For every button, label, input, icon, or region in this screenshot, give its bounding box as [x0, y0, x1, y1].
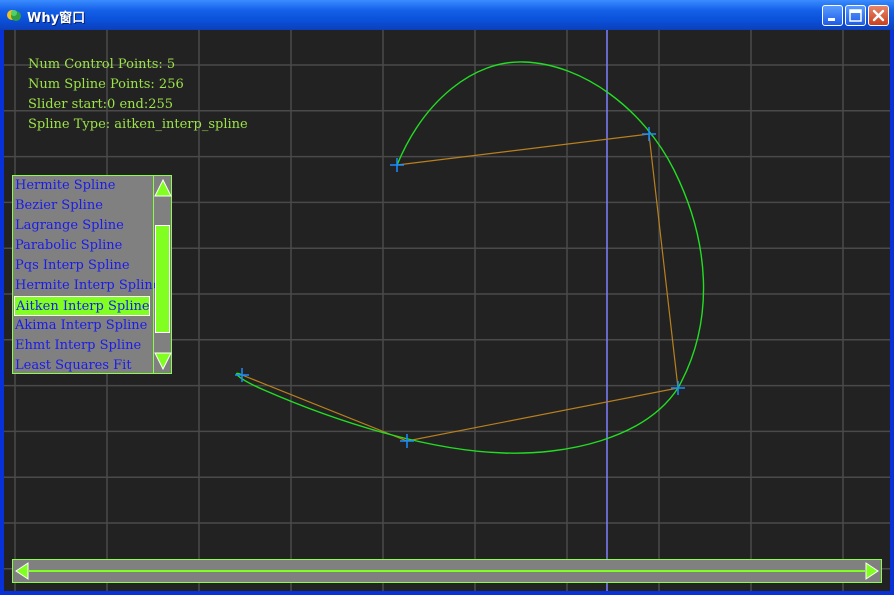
control-point-marker[interactable]	[235, 368, 249, 382]
spline-curve	[235, 61, 705, 454]
spline-type-text: Spline Type: aitken_interp_spline	[28, 117, 248, 132]
spline-type-list-item[interactable]: Pqs Interp Spline	[14, 256, 150, 276]
spline-type-list-item[interactable]: Aitken Interp Spline	[14, 296, 150, 316]
scroll-down-arrow-icon[interactable]	[154, 351, 172, 371]
spline-points-slider[interactable]	[12, 559, 882, 583]
listbox-vertical-scrollbar[interactable]	[153, 176, 172, 373]
spline-type-list-item[interactable]: Ehmt Interp Spline	[14, 336, 150, 356]
spline-type-list-item[interactable]: Least Squares Fit	[14, 356, 150, 376]
control-point-marker[interactable]	[671, 381, 685, 395]
app-window: Why窗口 Num Control Points: 5 Num Spline P…	[0, 0, 894, 595]
scroll-up-arrow-icon[interactable]	[154, 178, 172, 198]
num-control-points-text: Num Control Points: 5	[28, 57, 176, 72]
spline-type-list-item[interactable]: Akima Interp Spline	[14, 316, 150, 336]
spline-type-list-item[interactable]: Lagrange Spline	[14, 216, 150, 236]
spline-canvas-area[interactable]: Num Control Points: 5 Num Spline Points:…	[4, 30, 890, 591]
title-bar[interactable]: Why窗口	[0, 0, 894, 30]
window-title: Why窗口	[27, 11, 86, 26]
scroll-right-arrow-icon[interactable]	[865, 562, 879, 580]
close-icon	[872, 9, 885, 22]
minimize-button[interactable]	[822, 5, 843, 26]
listbox-scroll-thumb[interactable]	[155, 225, 170, 333]
app-logo-icon	[7, 10, 21, 21]
spline-type-list-item[interactable]: Hermite Spline	[14, 176, 150, 196]
minimize-icon	[828, 18, 835, 21]
control-polygon	[241, 133, 679, 442]
slider-range-bar[interactable]	[29, 570, 865, 572]
spline-type-list-item[interactable]: Hermite Interp Spline	[14, 276, 160, 296]
slider-range-text: Slider start:0 end:255	[28, 97, 174, 112]
control-point-marker[interactable]	[400, 434, 414, 448]
scroll-left-arrow-icon[interactable]	[15, 562, 29, 580]
maximize-icon	[849, 9, 862, 22]
info-panel: Num Control Points: 5 Num Spline Points:…	[28, 55, 248, 135]
num-spline-points-text: Num Spline Points: 256	[28, 77, 184, 92]
control-point-marker[interactable]	[390, 158, 404, 172]
spline-type-list-item[interactable]: Parabolic Spline	[14, 236, 150, 256]
control-point-marker[interactable]	[642, 127, 656, 141]
maximize-button[interactable]	[845, 5, 866, 26]
spline-type-listbox[interactable]: Hermite Spline Bezier Spline Lagrange Spli…	[12, 175, 172, 374]
close-button[interactable]	[868, 5, 889, 26]
spline-type-list-item[interactable]: Bezier Spline	[14, 196, 150, 216]
